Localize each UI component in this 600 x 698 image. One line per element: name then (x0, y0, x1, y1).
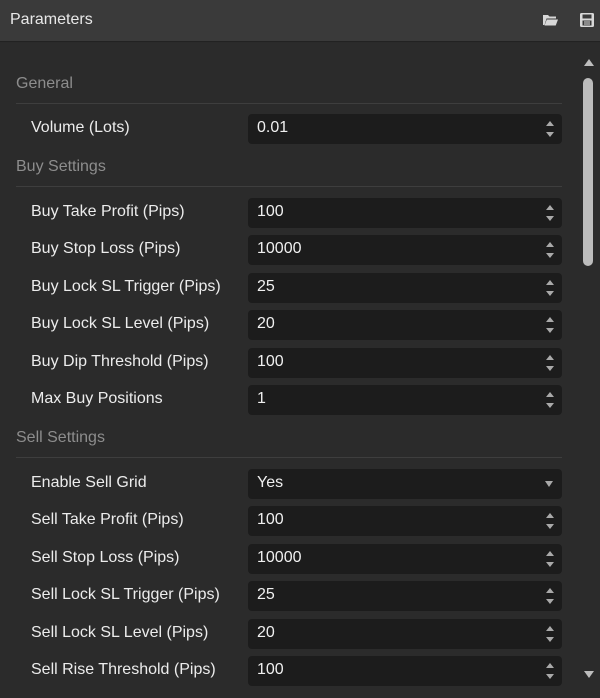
spinner-icon[interactable] (546, 280, 554, 296)
param-sell-stop-loss-value: 10000 (257, 549, 302, 566)
spinner-icon[interactable] (546, 513, 554, 529)
save-icon[interactable] (579, 12, 595, 28)
param-sell-take-profit-label: Sell Take Profit (Pips) (31, 511, 184, 528)
param-buy-dip-threshold-input[interactable]: 100 (248, 348, 562, 378)
param-sell-rise-threshold: Sell Rise Threshold (Pips) 100 (0, 656, 572, 686)
param-volume-value: 0.01 (257, 119, 289, 136)
param-buy-dip-threshold-label: Buy Dip Threshold (Pips) (31, 353, 209, 370)
param-buy-dip-threshold: Buy Dip Threshold (Pips) 100 (0, 348, 572, 378)
folder-open-icon[interactable] (542, 12, 558, 28)
section-buy: Buy Settings (16, 156, 562, 187)
param-buy-lock-sl-level-value: 20 (257, 315, 275, 332)
param-sell-lock-sl-trigger-label: Sell Lock SL Trigger (Pips) (31, 586, 220, 603)
param-enable-sell-grid: Enable Sell Grid Yes (0, 469, 572, 499)
param-sell-take-profit: Sell Take Profit (Pips) 100 (0, 506, 572, 536)
scrollbar-thumb[interactable] (583, 78, 593, 266)
param-sell-lock-sl-level-label: Sell Lock SL Level (Pips) (31, 624, 209, 641)
param-volume-label: Volume (Lots) (31, 119, 130, 136)
spinner-icon[interactable] (546, 663, 554, 679)
scroll-down-arrow-icon[interactable] (584, 671, 594, 678)
param-sell-lock-sl-trigger-value: 25 (257, 586, 275, 603)
param-buy-lock-sl-trigger-input[interactable]: 25 (248, 273, 562, 303)
param-sell-rise-threshold-input[interactable]: 100 (248, 656, 562, 686)
section-buy-title: Buy Settings (16, 158, 106, 175)
param-buy-dip-threshold-value: 100 (257, 353, 284, 370)
param-sell-lock-sl-level-input[interactable]: 20 (248, 619, 562, 649)
param-sell-stop-loss-label: Sell Stop Loss (Pips) (31, 549, 180, 566)
param-buy-lock-sl-level-label: Buy Lock SL Level (Pips) (31, 315, 210, 332)
window-title: Parameters (10, 11, 93, 28)
param-buy-lock-sl-level-input[interactable]: 20 (248, 310, 562, 340)
spinner-icon[interactable] (546, 392, 554, 408)
spinner-icon[interactable] (546, 355, 554, 371)
section-general: General (16, 73, 562, 104)
spinner-icon[interactable] (546, 205, 554, 221)
param-buy-lock-sl-trigger-value: 25 (257, 278, 275, 295)
param-max-buy-positions-label: Max Buy Positions (31, 390, 163, 407)
section-sell-title: Sell Settings (16, 429, 105, 446)
spinner-icon[interactable] (546, 317, 554, 333)
param-buy-stop-loss-input[interactable]: 10000 (248, 235, 562, 265)
vertical-scrollbar[interactable] (578, 43, 600, 698)
param-sell-take-profit-value: 100 (257, 511, 284, 528)
param-buy-stop-loss-label: Buy Stop Loss (Pips) (31, 240, 181, 257)
param-buy-take-profit: Buy Take Profit (Pips) 100 (0, 198, 572, 228)
param-max-buy-positions: Max Buy Positions 1 (0, 385, 572, 415)
param-sell-rise-threshold-value: 100 (257, 661, 284, 678)
param-sell-take-profit-input[interactable]: 100 (248, 506, 562, 536)
param-enable-sell-grid-value: Yes (257, 474, 284, 491)
param-sell-stop-loss-input[interactable]: 10000 (248, 544, 562, 574)
spinner-icon[interactable] (546, 121, 554, 137)
param-sell-lock-sl-trigger: Sell Lock SL Trigger (Pips) 25 (0, 581, 572, 611)
parameters-panel: General Volume (Lots) 0.01 Buy Settings … (0, 43, 600, 698)
param-buy-take-profit-value: 100 (257, 203, 284, 220)
param-sell-lock-sl-level-value: 20 (257, 624, 275, 641)
spinner-icon[interactable] (546, 626, 554, 642)
param-sell-lock-sl-level: Sell Lock SL Level (Pips) 20 (0, 619, 572, 649)
param-buy-stop-loss: Buy Stop Loss (Pips) 10000 (0, 235, 572, 265)
param-volume-input[interactable]: 0.01 (248, 114, 562, 144)
param-buy-lock-sl-trigger: Buy Lock SL Trigger (Pips) 25 (0, 273, 572, 303)
param-buy-lock-sl-trigger-label: Buy Lock SL Trigger (Pips) (31, 278, 221, 295)
param-sell-rise-threshold-label: Sell Rise Threshold (Pips) (31, 661, 216, 678)
param-sell-stop-loss: Sell Stop Loss (Pips) 10000 (0, 544, 572, 574)
param-buy-take-profit-input[interactable]: 100 (248, 198, 562, 228)
param-sell-lock-sl-trigger-input[interactable]: 25 (248, 581, 562, 611)
section-sell: Sell Settings (16, 427, 562, 458)
spinner-icon[interactable] (546, 242, 554, 258)
spinner-icon[interactable] (546, 551, 554, 567)
param-enable-sell-grid-select[interactable]: Yes (248, 469, 562, 499)
param-enable-sell-grid-label: Enable Sell Grid (31, 474, 147, 491)
param-buy-take-profit-label: Buy Take Profit (Pips) (31, 203, 185, 220)
param-volume: Volume (Lots) 0.01 (0, 114, 572, 144)
chevron-down-icon[interactable] (545, 481, 553, 487)
param-max-buy-positions-input[interactable]: 1 (248, 385, 562, 415)
spinner-icon[interactable] (546, 588, 554, 604)
param-max-buy-positions-value: 1 (257, 390, 266, 407)
scroll-up-arrow-icon[interactable] (584, 59, 594, 66)
section-general-title: General (16, 75, 73, 92)
title-bar: Parameters (0, 0, 600, 42)
param-buy-stop-loss-value: 10000 (257, 240, 302, 257)
param-buy-lock-sl-level: Buy Lock SL Level (Pips) 20 (0, 310, 572, 340)
